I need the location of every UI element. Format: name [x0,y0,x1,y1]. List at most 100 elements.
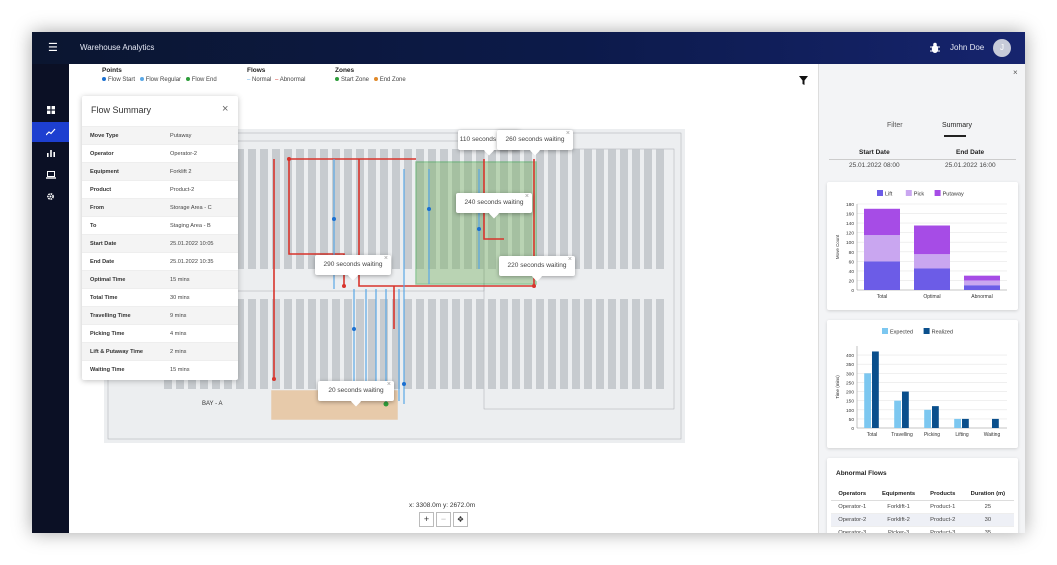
rack-shape [620,299,628,389]
legend-flows: Flows – Normal – Abnormal [247,67,305,83]
zoom-controls: + − ❖ [419,512,469,527]
legend-label[interactable]: Putaway [943,192,964,198]
rack-shape [644,299,652,389]
legend-end-zone[interactable]: End Zone [380,77,406,83]
end-date-label: End Date [956,149,985,156]
rack-shape [536,149,544,269]
app-title: Warehouse Analytics [80,43,155,52]
legend-start-zone[interactable]: Start Zone [341,77,369,83]
legend-abnormal[interactable]: Abnormal [280,77,306,83]
summary-row: Product Product-2 [82,180,238,198]
tab-filter[interactable]: Filter [887,122,903,129]
end-date-value[interactable]: 25.01.2022 16:00 [945,162,996,169]
flow-summary-title: Flow Summary [91,105,152,115]
summary-row: Waiting Time 15 mins [82,360,238,378]
summary-value: 15 mins [170,277,190,283]
y-axis-label: Move Count [835,234,840,259]
table-header[interactable]: Products [923,488,962,501]
table-row[interactable]: Operator-3 Picker-3 Product-3 35 [831,526,1014,533]
summary-key: Move Type [90,133,119,139]
bar[interactable] [954,418,961,428]
table-cell: 30 [961,513,1014,527]
wait-callout[interactable]: 220 seconds waiting × [499,256,575,282]
legend-label[interactable]: Pick [914,192,925,198]
bar[interactable] [902,391,909,428]
rack-shape [440,299,448,389]
nav-reports[interactable] [32,143,69,163]
bar[interactable] [992,418,999,428]
legend-normal[interactable]: Normal [252,77,271,83]
zoom-in-button[interactable]: + [419,512,434,527]
close-icon[interactable]: × [384,249,388,269]
filter-icon[interactable] [799,76,808,85]
bug-icon[interactable] [928,41,942,55]
close-icon[interactable]: × [568,250,572,270]
trend-line-icon [45,128,55,136]
close-icon[interactable]: × [525,187,529,207]
bar[interactable] [864,261,900,290]
legend-label[interactable]: Lift [885,192,893,198]
legend-flow-start[interactable]: Flow Start [108,77,135,83]
nav-flows[interactable] [32,122,69,142]
menu-icon[interactable]: ☰ [48,41,62,55]
legend-flow-end[interactable]: Flow End [192,77,217,83]
zoom-out-button[interactable]: − [436,512,451,527]
bar[interactable] [864,208,900,236]
bar[interactable] [872,351,879,428]
bar[interactable] [914,268,950,291]
legend-flow-regular[interactable]: Flow Regular [146,77,181,83]
nav-devices[interactable] [32,165,69,185]
close-icon[interactable]: × [1013,68,1018,77]
bar[interactable] [964,285,1000,290]
legend-label[interactable]: Realized [932,330,953,336]
zone-label: BAY - A [202,401,222,407]
wait-callout[interactable]: 240 seconds waiting × [456,193,532,219]
bar[interactable] [894,400,901,428]
avatar[interactable]: J [993,39,1011,57]
summary-row: Start Date 25.01.2022 10:05 [82,234,238,252]
wait-callout[interactable]: 20 seconds waiting × [318,381,394,407]
bar[interactable] [864,235,900,262]
bar[interactable] [964,275,1000,281]
tab-summary[interactable]: Summary [942,122,972,129]
wait-callout[interactable]: 290 seconds waiting × [315,255,391,281]
rack-shape [320,299,328,389]
bar[interactable] [962,418,969,428]
bar[interactable] [964,280,1000,286]
nav-settings[interactable] [32,186,69,206]
close-icon[interactable]: × [387,375,391,395]
wait-callout[interactable]: 260 seconds waiting × [497,130,573,156]
rack-shape [548,149,556,269]
table-header[interactable]: Equipments [873,488,924,501]
close-icon[interactable]: × [222,103,228,115]
nav-dashboard[interactable] [32,100,69,120]
table-row[interactable]: Operator-2 Forklift-2 Product-2 30 [831,513,1014,527]
bar[interactable] [924,409,931,428]
fit-screen-button[interactable]: ❖ [453,512,468,527]
rack-shape [524,299,532,389]
legend-swatch [882,328,888,334]
summary-key: Equipment [90,169,119,175]
bar-chart-icon [46,150,55,157]
legend-points: Points Flow Start Flow Regular Flow End [102,67,217,83]
legend-label[interactable]: Expected [890,330,913,336]
x-tick-label: Total [877,294,888,300]
y-tick-label: 200 [846,390,854,396]
rack-shape [416,299,424,389]
table-header[interactable]: Operators [831,488,874,501]
legend-flows-title: Flows [247,67,266,74]
table-header[interactable]: Duration (m) [961,488,1014,501]
start-date-value[interactable]: 25.01.2022 08:00 [849,162,900,169]
close-icon[interactable]: × [566,124,570,144]
summary-value: 4 mins [170,331,187,337]
summary-value: Forklift 2 [170,169,192,175]
bar[interactable] [932,406,939,428]
bar[interactable] [914,254,950,269]
end-zone-dot [373,77,378,82]
user-name[interactable]: John Doe [950,43,984,52]
table-cell: Operator-2 [831,513,874,527]
bar[interactable] [864,373,871,428]
bar[interactable] [914,225,950,255]
y-tick-label: 250 [846,380,854,386]
table-row[interactable]: Operator-1 Forklift-1 Product-1 25 [831,500,1014,514]
